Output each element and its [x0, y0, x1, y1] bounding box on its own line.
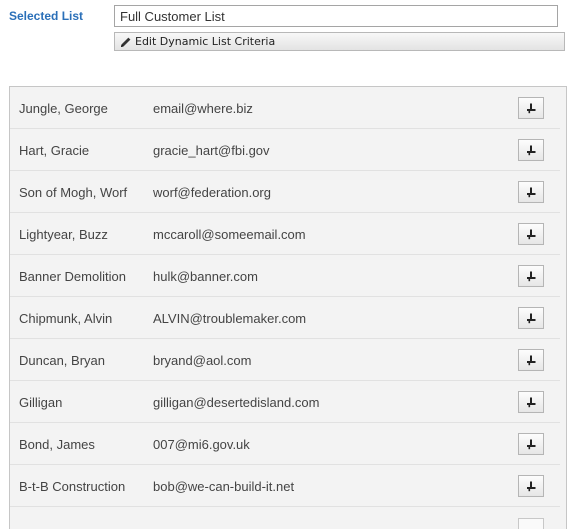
list-item: Son of Mogh, Worf worf@federation.org	[10, 171, 560, 213]
list-item: Banner Demolition hulk@banner.com	[10, 255, 560, 297]
remove-contact-button[interactable]	[518, 391, 544, 413]
remove-contact-button[interactable]	[518, 181, 544, 203]
contact-name: Jungle, George	[19, 101, 108, 116]
remove-contact-button[interactable]	[518, 139, 544, 161]
list-item: Hart, Gracie gracie_hart@fbi.gov	[10, 129, 560, 171]
contact-name: B-t-B Construction	[19, 479, 126, 494]
remove-from-list-icon	[527, 313, 536, 324]
remove-from-list-icon	[527, 439, 536, 450]
contact-email: gracie_hart@fbi.gov	[153, 143, 270, 158]
edit-dynamic-list-criteria-button[interactable]: Edit Dynamic List Criteria	[114, 32, 565, 51]
contact-list[interactable]: Jungle, George email@where.biz Hart, Graci…	[9, 86, 567, 529]
contact-email: ALVIN@troublemaker.com	[153, 311, 307, 326]
list-item: Gilligan gilligan@desertedisland.com	[10, 381, 560, 423]
remove-from-list-icon	[527, 103, 536, 114]
list-item: Duncan, Bryan bryand@aol.com	[10, 339, 560, 381]
list-item: Bond, James 007@mi6.gov.uk	[10, 423, 560, 465]
contact-email: 007@mi6.gov.uk	[153, 437, 250, 452]
remove-from-list-icon	[527, 187, 536, 198]
contact-name: Gilligan	[19, 395, 63, 410]
remove-contact-button[interactable]	[518, 433, 544, 455]
contact-email: gilligan@desertedisland.com	[153, 395, 320, 410]
contact-name: Lightyear, Buzz	[19, 227, 108, 242]
remove-contact-button[interactable]	[518, 223, 544, 245]
selected-list-header: Selected List Edit Dynamic List Criteria	[0, 0, 571, 60]
contact-name: Banner Demolition	[19, 269, 126, 284]
contact-email: bob@we-can-build-it.net	[153, 479, 295, 494]
contact-email: hulk@banner.com	[153, 269, 258, 284]
contact-name: Hart, Gracie	[19, 143, 90, 158]
contact-email: bryand@aol.com	[153, 353, 252, 368]
contact-name: Duncan, Bryan	[19, 353, 105, 368]
remove-contact-button[interactable]	[518, 307, 544, 329]
contact-email: email@where.biz	[153, 101, 253, 116]
remove-contact-button[interactable]	[518, 265, 544, 287]
remove-contact-button[interactable]	[518, 475, 544, 497]
list-item: Jungle, George email@where.biz	[10, 87, 560, 129]
remove-from-list-icon	[527, 481, 536, 492]
contact-email: mccaroll@someemail.com	[153, 227, 306, 242]
list-item: B-t-B Construction bob@we-can-build-it.ne…	[10, 465, 560, 507]
remove-from-list-icon	[527, 145, 536, 156]
list-item: Lightyear, Buzz mccaroll@someemail.com	[10, 213, 560, 255]
partial-row-button	[518, 518, 544, 529]
pencil-icon	[120, 36, 132, 48]
contact-email: worf@federation.org	[153, 185, 271, 200]
contact-name: Chipmunk, Alvin	[19, 311, 113, 326]
contact-name: Son of Mogh, Worf	[19, 185, 128, 200]
remove-from-list-icon	[527, 355, 536, 366]
contact-name: Bond, James	[19, 437, 95, 452]
selected-list-input[interactable]	[114, 5, 558, 27]
edit-button-label: Edit Dynamic List Criteria	[135, 35, 276, 48]
remove-contact-button[interactable]	[518, 97, 544, 119]
remove-from-list-icon	[527, 271, 536, 282]
remove-from-list-icon	[527, 229, 536, 240]
list-item: Chipmunk, Alvin ALVIN@troublemaker.com	[10, 297, 560, 339]
selected-list-label: Selected List	[9, 9, 84, 23]
remove-from-list-icon	[527, 397, 536, 408]
remove-contact-button[interactable]	[518, 349, 544, 371]
